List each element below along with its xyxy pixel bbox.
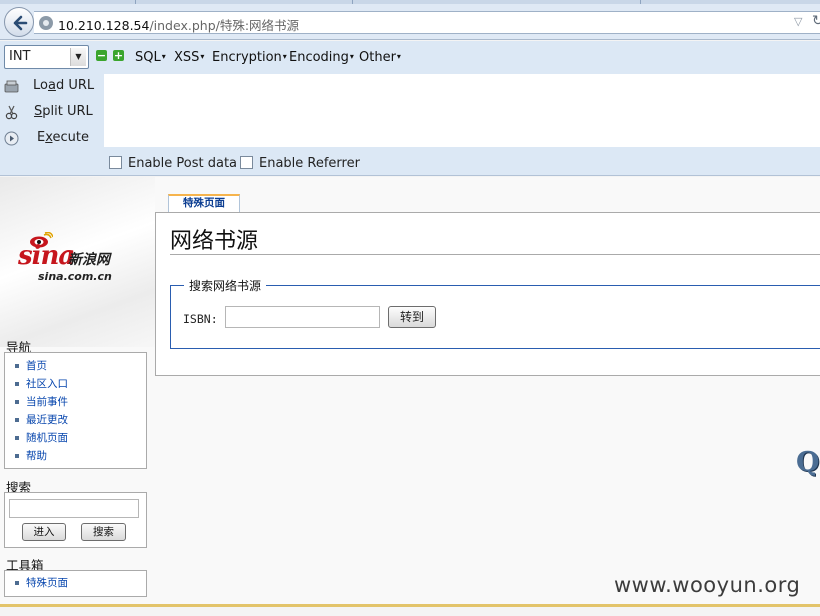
injection-type-select[interactable]: INT ▼ (4, 45, 89, 69)
load-url-button[interactable]: Load URL (0, 74, 104, 100)
search-portlet: 进入 搜索 (4, 492, 147, 548)
checkbox-box[interactable] (109, 156, 122, 169)
tab-special-page[interactable]: 特殊页面 (168, 194, 240, 213)
nav-item-current-events[interactable]: 当前事件 (13, 393, 146, 411)
nav-item-recent-changes[interactable]: 最近更改 (13, 411, 146, 429)
isbn-label: ISBN: (183, 312, 218, 326)
sina-logo[interactable]: sina 新浪网 sina.com.cn (18, 232, 133, 283)
toolbox-portlet: 特殊页面 (4, 570, 147, 597)
partial-logo-text: Q( (796, 447, 820, 478)
watermark: www.wooyun.org (614, 573, 801, 597)
enable-referrer-checkbox[interactable]: Enable Referrer (240, 156, 360, 171)
goto-button[interactable]: 转到 (388, 306, 436, 328)
page-title: 网络书源 (170, 229, 259, 254)
url-history-dropdown-icon[interactable]: ▽ (794, 15, 802, 28)
menu-xss[interactable]: XSS▾ (174, 50, 204, 65)
url-text[interactable]: 10.210.128.54/index.php/特殊:网络书源 (58, 15, 299, 34)
nav-item-community[interactable]: 社区入口 (13, 375, 146, 393)
toolbox-item-special-pages[interactable]: 特殊页面 (13, 574, 146, 592)
address-bar[interactable]: 10.210.128.54/index.php/特殊:网络书源 ▽ ↻ (34, 11, 820, 34)
search-input[interactable] (9, 499, 139, 518)
reload-icon[interactable]: ↻ (812, 13, 820, 29)
chevron-down-icon[interactable]: ▼ (70, 48, 86, 66)
plus-icon[interactable]: + (113, 50, 124, 61)
menu-sql[interactable]: SQL▾ (135, 50, 166, 65)
load-url-icon (4, 80, 19, 93)
menu-encoding[interactable]: Encoding▾ (289, 50, 354, 65)
select-value: INT (9, 49, 31, 64)
menu-other[interactable]: Other▾ (359, 50, 401, 65)
site-identity-icon[interactable] (39, 16, 53, 30)
execute-button[interactable]: Execute (0, 126, 104, 152)
heading-divider (170, 254, 820, 255)
minus-icon[interactable]: − (96, 50, 107, 61)
hackbar-toolbar: INT ▼ − + SQL▾ XSS▾ Encryption▾ Encoding… (0, 41, 820, 176)
split-url-button[interactable]: Split URL (0, 100, 104, 126)
isbn-input[interactable] (225, 306, 380, 328)
back-button[interactable] (4, 7, 34, 37)
fieldset-legend: 搜索网络书源 (184, 277, 267, 294)
enable-post-checkbox[interactable]: Enable Post data (109, 156, 237, 171)
play-icon (4, 131, 19, 146)
search-button[interactable]: 搜索 (81, 523, 126, 541)
menu-encryption[interactable]: Encryption▾ (212, 50, 287, 65)
browser-navbar: 10.210.128.54/index.php/特殊:网络书源 ▽ ↻ (0, 4, 820, 40)
back-arrow-icon (13, 15, 28, 31)
nav-portlet: 首页 社区入口 当前事件 最近更改 随机页面 帮助 (4, 352, 147, 469)
checkbox-box[interactable] (240, 156, 253, 169)
web-page: sina 新浪网 sina.com.cn 导航 首页 社区入口 当前事件 最近更… (0, 177, 820, 607)
isbn-search-fieldset: 搜索网络书源 ISBN: 转到 (170, 277, 820, 349)
hackbar-actions: Load URL Split URL Execute (0, 74, 104, 152)
scissors-icon (5, 105, 18, 120)
bottom-border (0, 604, 820, 607)
search-go-button[interactable]: 进入 (22, 523, 66, 541)
nav-item-random-page[interactable]: 随机页面 (13, 429, 146, 447)
url-textarea[interactable] (104, 74, 820, 147)
content-area: 网络书源 搜索网络书源 ISBN: 转到 (155, 212, 820, 376)
nav-item-home[interactable]: 首页 (13, 357, 146, 375)
nav-item-help[interactable]: 帮助 (13, 447, 146, 465)
